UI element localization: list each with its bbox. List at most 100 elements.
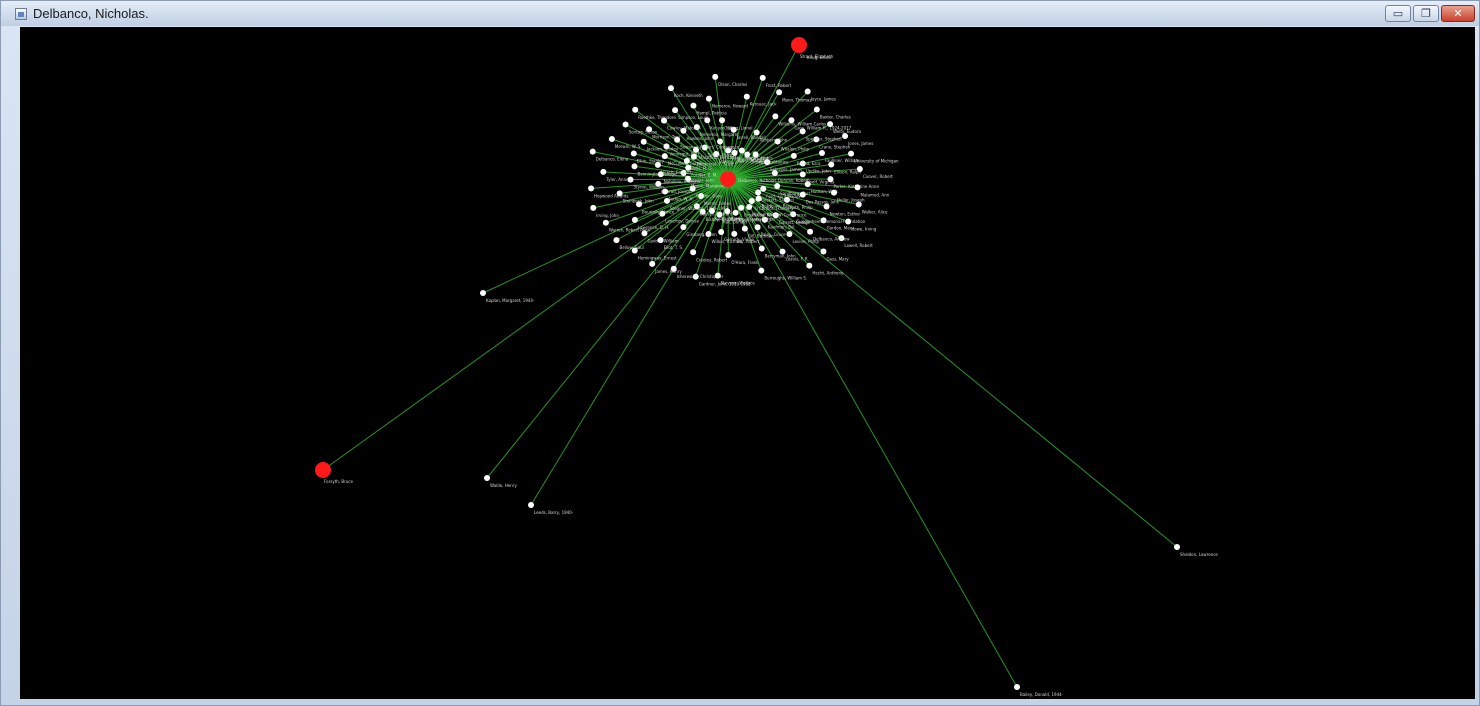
node-marker[interactable] [631, 247, 638, 254]
graph-node[interactable]: Waldo, Henry [484, 475, 517, 488]
graph-node[interactable]: Irving, John [590, 204, 619, 218]
graph-node[interactable]: Delbanco, Andrew [807, 228, 850, 242]
graph-node[interactable]: Olson, Charles [712, 73, 747, 87]
graph-node[interactable]: Tyler, Anne [600, 168, 629, 182]
node-marker[interactable] [827, 121, 834, 128]
graph-canvas[interactable]: Strout, Elizabeth Stegner, Wallace, 1909-… [20, 27, 1475, 699]
graph-node[interactable]: Bellow, Saul [613, 237, 644, 250]
node-marker[interactable] [719, 117, 726, 124]
node-marker[interactable] [590, 204, 597, 211]
node-marker[interactable] [732, 209, 739, 216]
node-marker[interactable] [480, 290, 486, 296]
graph-node[interactable]: Jackson, Shirley [640, 138, 679, 152]
graph-node[interactable]: Walker, Alice [855, 201, 888, 214]
node-marker[interactable] [806, 262, 813, 269]
node-marker[interactable] [680, 224, 687, 231]
node-marker[interactable] [786, 231, 793, 238]
node-marker[interactable] [630, 150, 637, 157]
graph-node[interactable]: Nemerov, Howard [705, 95, 748, 109]
graph-node[interactable]: Burroughs, William S. [758, 267, 807, 281]
graph-node[interactable]: Forsyth, Bruce [315, 462, 353, 484]
node-marker[interactable] [1174, 544, 1180, 550]
node-marker[interactable] [799, 128, 806, 135]
node-marker[interactable] [670, 265, 677, 272]
node-marker[interactable] [690, 249, 697, 256]
node-marker[interactable] [855, 201, 862, 208]
node-marker[interactable] [774, 138, 781, 145]
node-marker[interactable] [744, 151, 751, 158]
graph-node[interactable]: Sheldon, Lawrence [1174, 544, 1218, 557]
graph-node[interactable]: O'Hara, Frank [725, 251, 759, 265]
node-marker[interactable] [613, 237, 620, 244]
node-marker[interactable] [738, 204, 745, 211]
node-marker[interactable] [659, 210, 666, 217]
graph-node[interactable]: Kaplan, Margaret, 1944- [480, 290, 535, 303]
node-marker[interactable] [738, 147, 745, 154]
node-marker[interactable] [716, 138, 723, 145]
node-marker[interactable] [1014, 684, 1020, 690]
node-marker[interactable] [813, 106, 820, 113]
node-marker[interactable] [752, 151, 759, 158]
node-marker[interactable] [674, 136, 681, 143]
node-marker[interactable] [600, 168, 607, 175]
node-marker[interactable] [528, 502, 534, 508]
node-marker[interactable] [772, 113, 779, 120]
node-marker[interactable] [608, 135, 615, 142]
graph-node[interactable]: Roethke, Theodore [632, 106, 676, 120]
node-marker[interactable] [589, 148, 596, 155]
node-marker[interactable] [746, 204, 753, 211]
graph-node[interactable]: Baxter, Charles [813, 106, 851, 120]
node-marker[interactable] [622, 121, 629, 128]
graph-node[interactable]: Creeley, Robert [690, 249, 728, 262]
network-graph[interactable]: Strout, ElizabethStegner, Wallace, 1909-… [20, 27, 1475, 699]
hub-marker[interactable] [720, 171, 736, 187]
node-marker[interactable] [632, 106, 639, 113]
node-marker[interactable] [588, 185, 595, 192]
node-marker[interactable] [845, 218, 852, 225]
node-marker[interactable] [662, 188, 669, 195]
node-marker[interactable] [690, 102, 697, 109]
node-marker[interactable] [804, 88, 811, 95]
node-marker[interactable] [799, 171, 806, 178]
node-marker[interactable] [754, 224, 761, 231]
graph-node[interactable]: Leeds, Barry, 1940- [528, 502, 574, 515]
node-marker[interactable] [818, 150, 825, 157]
minimize-button[interactable]: ▭ [1385, 5, 1411, 22]
maximize-button[interactable]: ❐ [1413, 5, 1439, 22]
node-marker[interactable] [693, 203, 700, 210]
node-marker[interactable] [779, 248, 786, 255]
node-marker[interactable] [827, 176, 834, 183]
node-marker[interactable] [690, 153, 697, 160]
node-marker[interactable] [807, 228, 814, 235]
node-marker[interactable] [753, 129, 760, 136]
node-marker[interactable] [661, 117, 668, 124]
node-marker[interactable] [755, 189, 762, 196]
highlighted-node-marker[interactable] [791, 37, 807, 53]
graph-node[interactable]: Frost, Robert [759, 74, 792, 88]
graph-node[interactable]: Coover, Robert [856, 166, 893, 179]
node-marker[interactable] [774, 182, 781, 189]
node-marker[interactable] [748, 198, 755, 205]
node-marker[interactable] [712, 73, 719, 80]
node-marker[interactable] [760, 185, 767, 192]
node-marker[interactable] [776, 89, 783, 96]
node-marker[interactable] [790, 152, 797, 159]
node-marker[interactable] [640, 138, 647, 145]
graph-node[interactable]: Williams, William Carlos [772, 113, 826, 126]
node-marker[interactable] [649, 260, 656, 267]
node-marker[interactable] [743, 93, 750, 100]
node-marker[interactable] [856, 166, 863, 173]
graph-node[interactable]: Newton, Esther [823, 203, 861, 216]
node-marker[interactable] [667, 85, 674, 92]
node-marker[interactable] [731, 149, 738, 156]
node-marker[interactable] [602, 219, 609, 226]
node-marker[interactable] [705, 95, 712, 102]
graph-node[interactable]: Merwin, W. S. [608, 135, 642, 149]
node-marker[interactable] [799, 191, 806, 198]
graph-node[interactable]: Gass, Mary [820, 248, 849, 262]
node-marker[interactable] [820, 248, 827, 255]
title-bar[interactable]: Delbanco, Nicholas. ▭ ❐ ✕ [1, 1, 1479, 26]
node-marker[interactable] [631, 163, 638, 170]
close-button[interactable]: ✕ [1441, 5, 1475, 22]
node-marker[interactable] [672, 107, 679, 114]
